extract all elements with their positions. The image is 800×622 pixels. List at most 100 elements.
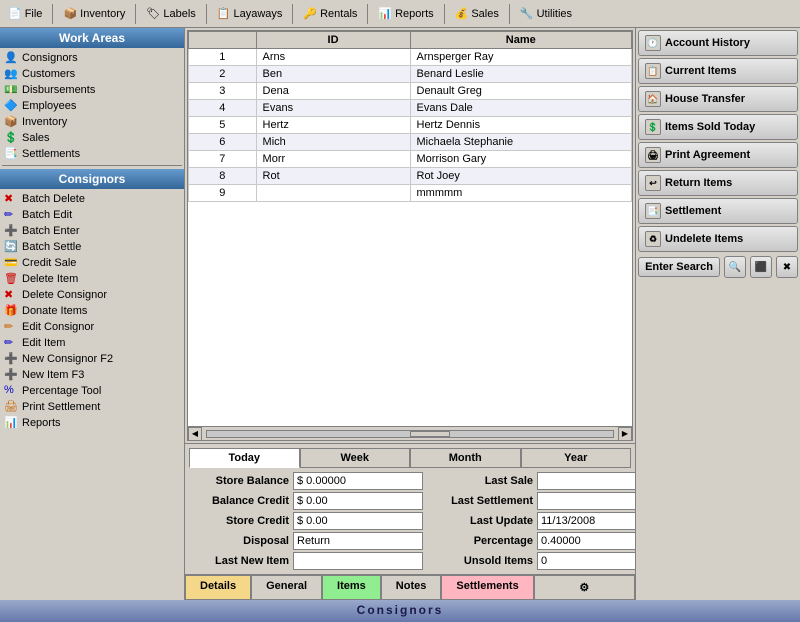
percentage-tool-icon: %	[4, 384, 18, 398]
btn-items-sold-today[interactable]: 💲 Items Sold Today	[638, 114, 798, 140]
table-row[interactable]: 3 Dena Denault Greg	[189, 83, 632, 100]
tab-notes[interactable]: Notes	[381, 575, 442, 600]
sidebar-batch-edit[interactable]: ✏Batch Edit	[0, 207, 184, 223]
right-stats: Last Sale Last Settlement Last Update	[433, 472, 667, 570]
sidebar-print-settlement[interactable]: 🖨Print Settlement	[0, 399, 184, 415]
menu-file[interactable]: 📄 File	[0, 5, 50, 22]
tab-items[interactable]: Items	[322, 575, 381, 600]
table-row[interactable]: 1 Arns Arnsperger Ray	[189, 49, 632, 66]
btn-settlement[interactable]: 📑 Settlement	[638, 198, 798, 224]
menu-utilities[interactable]: 🔧 Utilities	[512, 5, 580, 22]
filter-icon-btn[interactable]: ⬛	[750, 256, 772, 278]
search-button[interactable]: Enter Search	[638, 257, 720, 277]
consignors-table: ID Name 1 Arns Arnsperger Ray 2 Ben Bena…	[188, 31, 632, 202]
row-name: mmmmm	[410, 185, 632, 202]
sidebar-item-consignors[interactable]: 👤Consignors	[0, 50, 184, 66]
sidebar-percentage-tool[interactable]: %Percentage Tool	[0, 383, 184, 399]
tab-general[interactable]: General	[251, 575, 322, 600]
stat-last-update: Last Update	[433, 512, 667, 530]
sidebar-item-inventory[interactable]: 📦Inventory	[0, 114, 184, 130]
table-row[interactable]: 5 Hertz Hertz Dennis	[189, 117, 632, 134]
consignors-icon: 👤	[4, 51, 18, 65]
menu-sales[interactable]: 💰 Sales	[447, 5, 507, 22]
sidebar-item-settlements[interactable]: 📑Settlements	[0, 146, 184, 162]
store-balance-label: Store Balance	[189, 475, 289, 487]
table-row[interactable]: 7 Morr Morrison Gary	[189, 151, 632, 168]
sidebar: Work Areas 👤Consignors 👥Customers 💵Disbu…	[0, 28, 185, 600]
menu-labels[interactable]: 🏷 Labels	[138, 5, 203, 22]
col-id: ID	[256, 32, 410, 49]
scroll-left-btn[interactable]: ◀	[188, 427, 202, 441]
sidebar-delete-consignor[interactable]: ✖Delete Consignor	[0, 287, 184, 303]
sidebar-item-customers[interactable]: 👥Customers	[0, 66, 184, 82]
sidebar-item-sales[interactable]: 💲Sales	[0, 130, 184, 146]
center-right: ID Name 1 Arns Arnsperger Ray 2 Ben Bena…	[185, 28, 800, 600]
stat-unsold-items: Unsold Items	[433, 552, 667, 570]
search-icon-btn[interactable]: 🔍	[724, 256, 746, 278]
btn-return-items[interactable]: ↩ Return Items	[638, 170, 798, 196]
rentals-icon: 🔑	[303, 7, 317, 20]
table-row[interactable]: 8 Rot Rot Joey	[189, 168, 632, 185]
btn-undelete-items[interactable]: ♻ Undelete Items	[638, 226, 798, 252]
menu-sep-4	[292, 4, 293, 24]
sidebar-edit-item[interactable]: ✏Edit Item	[0, 335, 184, 351]
table-row[interactable]: 9 mmmmm	[189, 185, 632, 202]
stat-disposal: Disposal	[189, 532, 423, 550]
table-scroll[interactable]: ID Name 1 Arns Arnsperger Ray 2 Ben Bena…	[188, 31, 632, 426]
sidebar-item-employees[interactable]: 🔷Employees	[0, 98, 184, 114]
menu-reports[interactable]: 📊 Reports	[370, 5, 441, 22]
table-row[interactable]: 4 Evans Evans Dale	[189, 100, 632, 117]
sidebar-batch-delete[interactable]: ✖Batch Delete	[0, 191, 184, 207]
print-agreement-icon: 🖨	[645, 147, 661, 163]
table-row[interactable]: 6 Mich Michaela Stephanie	[189, 134, 632, 151]
sidebar-delete-item[interactable]: 🗑Delete Item	[0, 271, 184, 287]
menu-inventory[interactable]: 📦 Inventory	[55, 5, 133, 22]
tab-details[interactable]: Details	[185, 575, 251, 600]
scrollbar-thumb[interactable]	[410, 431, 450, 437]
batch-delete-icon: ✖	[4, 192, 18, 206]
row-id: Mich	[256, 134, 410, 151]
store-credit-input[interactable]	[293, 512, 423, 530]
clear-icon-btn[interactable]: ✖	[776, 256, 798, 278]
sidebar-new-consignor[interactable]: ➕New Consignor F2	[0, 351, 184, 367]
disbursements-icon: 💵	[4, 83, 18, 97]
row-num: 1	[189, 49, 257, 66]
last-new-item-input[interactable]	[293, 552, 423, 570]
store-balance-input[interactable]	[293, 472, 423, 490]
menu-sep-3	[206, 4, 207, 24]
consignors-section-title: Consignors	[0, 169, 184, 189]
table-scrollbar[interactable]: ◀ ▶	[188, 426, 632, 440]
sidebar-new-item[interactable]: ➕New Item F3	[0, 367, 184, 383]
tab-month[interactable]: Month	[410, 448, 521, 468]
row-id: Ben	[256, 66, 410, 83]
scrollbar-track[interactable]	[206, 430, 614, 438]
sidebar-reports[interactable]: 📊Reports	[0, 415, 184, 431]
table-row[interactable]: 2 Ben Benard Leslie	[189, 66, 632, 83]
sidebar-credit-sale[interactable]: 💳Credit Sale	[0, 255, 184, 271]
disposal-input[interactable]	[293, 532, 423, 550]
right-panel: 🕐 Account History 📋 Current Items 🏠 Hous…	[635, 28, 800, 600]
btn-print-agreement[interactable]: 🖨 Print Agreement	[638, 142, 798, 168]
scroll-right-btn[interactable]: ▶	[618, 427, 632, 441]
row-id: Dena	[256, 83, 410, 100]
tab-year[interactable]: Year	[521, 448, 632, 468]
balance-credit-input[interactable]	[293, 492, 423, 510]
sidebar-edit-consignor[interactable]: ✏Edit Consignor	[0, 319, 184, 335]
sidebar-donate-items[interactable]: 🎁Donate Items	[0, 303, 184, 319]
btn-house-transfer[interactable]: 🏠 House Transfer	[638, 86, 798, 112]
menu-rentals[interactable]: 🔑 Rentals	[295, 5, 365, 22]
sidebar-item-disbursements[interactable]: 💵Disbursements	[0, 82, 184, 98]
menu-layaways[interactable]: 📋 Layaways	[209, 5, 291, 22]
btn-account-history[interactable]: 🕐 Account History	[638, 30, 798, 56]
tab-week[interactable]: Week	[300, 448, 411, 468]
tab-today[interactable]: Today	[189, 448, 300, 468]
tab-settings[interactable]: ⚙	[534, 575, 635, 600]
donate-items-icon: 🎁	[4, 304, 18, 318]
btn-current-items[interactable]: 📋 Current Items	[638, 58, 798, 84]
bottom-bar: Consignors	[0, 600, 800, 622]
tab-settlements[interactable]: Settlements	[441, 575, 533, 600]
settlements-icon: 📑	[4, 147, 18, 161]
sidebar-batch-settle[interactable]: 🔄Batch Settle	[0, 239, 184, 255]
sidebar-batch-enter[interactable]: ➕Batch Enter	[0, 223, 184, 239]
items-sold-today-icon: 💲	[645, 119, 661, 135]
